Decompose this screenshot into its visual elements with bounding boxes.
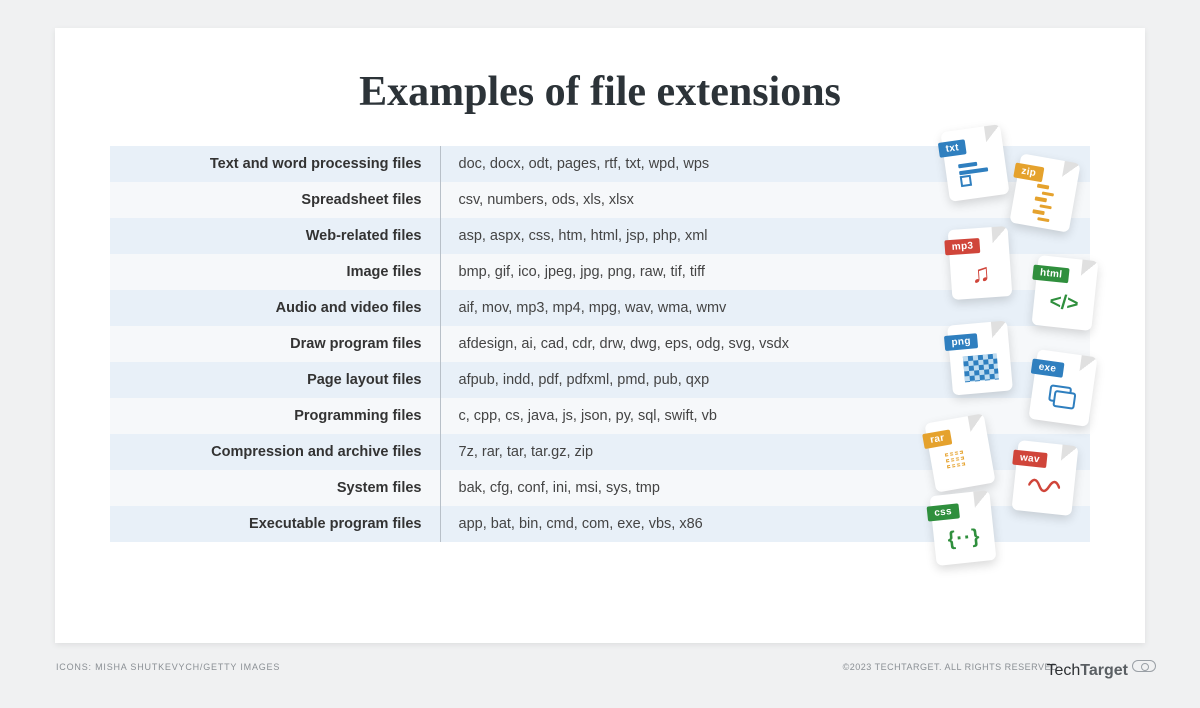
values-cell: afdesign, ai, cad, cdr, drw, dwg, eps, o… xyxy=(440,326,1090,362)
table-row: Audio and video filesaif, mov, mp3, mp4,… xyxy=(110,290,1090,326)
category-cell: Compression and archive files xyxy=(110,434,440,470)
table-row: Executable program filesapp, bat, bin, c… xyxy=(110,506,1090,542)
table-row: Draw program filesafdesign, ai, cad, cdr… xyxy=(110,326,1090,362)
table-row: Page layout filesafpub, indd, pdf, pdfxm… xyxy=(110,362,1090,398)
values-cell: bak, cfg, conf, ini, msi, sys, tmp xyxy=(440,470,1090,506)
table-row: Spreadsheet filescsv, numbers, ods, xls,… xyxy=(110,182,1090,218)
brand-logo: TechTarget xyxy=(1046,660,1156,680)
table-row: Compression and archive files7z, rar, ta… xyxy=(110,434,1090,470)
copyright-text: ©2023 TECHTARGET. ALL RIGHTS RESERVED xyxy=(843,662,1058,672)
values-cell: afpub, indd, pdf, pdfxml, pmd, pub, qxp xyxy=(440,362,1090,398)
page-title: Examples of file extensions xyxy=(110,68,1090,116)
category-cell: System files xyxy=(110,470,440,506)
category-cell: Web-related files xyxy=(110,218,440,254)
category-cell: Image files xyxy=(110,254,440,290)
values-cell: c, cpp, cs, java, js, json, py, sql, swi… xyxy=(440,398,1090,434)
values-cell: app, bat, bin, cmd, com, exe, vbs, x86 xyxy=(440,506,1090,542)
brand-light: Tech xyxy=(1046,662,1080,679)
table-row: Programming filesc, cpp, cs, java, js, j… xyxy=(110,398,1090,434)
eye-icon xyxy=(1132,660,1156,672)
category-cell: Programming files xyxy=(110,398,440,434)
table-row: Web-related filesasp, aspx, css, htm, ht… xyxy=(110,218,1090,254)
category-cell: Audio and video files xyxy=(110,290,440,326)
category-cell: Page layout files xyxy=(110,362,440,398)
category-cell: Text and word processing files xyxy=(110,146,440,182)
values-cell: asp, aspx, css, htm, html, jsp, php, xml xyxy=(440,218,1090,254)
values-cell: 7z, rar, tar, tar.gz, zip xyxy=(440,434,1090,470)
infographic-card: Examples of file extensions Text and wor… xyxy=(55,28,1145,643)
icons-credit: ICONS: MISHA SHUTKEVYCH/GETTY IMAGES xyxy=(56,662,280,672)
values-cell: aif, mov, mp3, mp4, mpg, wav, wma, wmv xyxy=(440,290,1090,326)
values-cell: bmp, gif, ico, jpeg, jpg, png, raw, tif,… xyxy=(440,254,1090,290)
category-cell: Spreadsheet files xyxy=(110,182,440,218)
table-row: System filesbak, cfg, conf, ini, msi, sy… xyxy=(110,470,1090,506)
extensions-table: Text and word processing filesdoc, docx,… xyxy=(110,146,1090,542)
category-cell: Executable program files xyxy=(110,506,440,542)
values-cell: csv, numbers, ods, xls, xlsx xyxy=(440,182,1090,218)
values-cell: doc, docx, odt, pages, rtf, txt, wpd, wp… xyxy=(440,146,1090,182)
brand-bold: Target xyxy=(1080,662,1128,679)
table-row: Image filesbmp, gif, ico, jpeg, jpg, png… xyxy=(110,254,1090,290)
category-cell: Draw program files xyxy=(110,326,440,362)
table-row: Text and word processing filesdoc, docx,… xyxy=(110,146,1090,182)
